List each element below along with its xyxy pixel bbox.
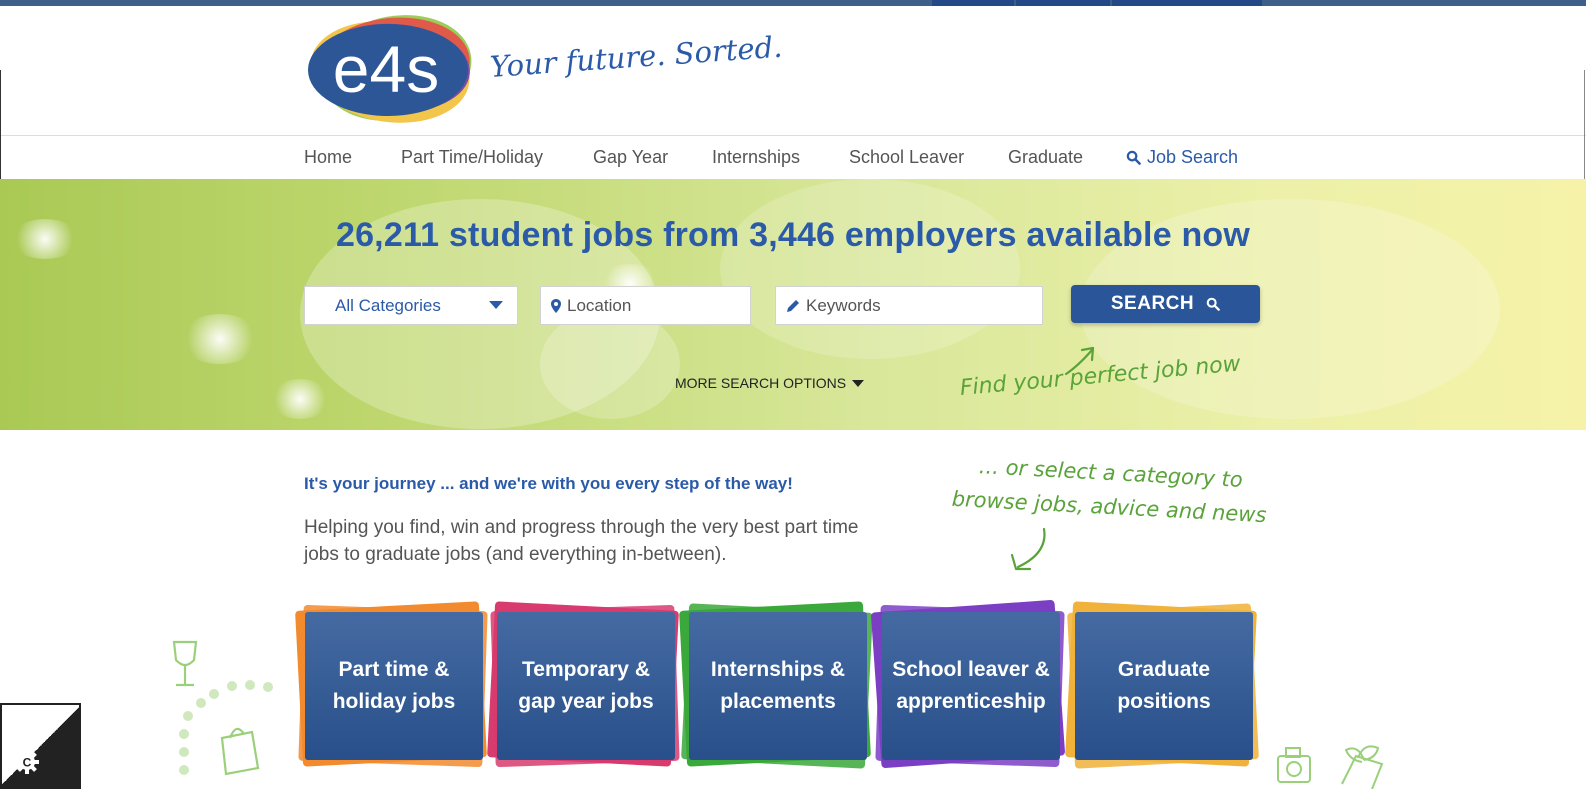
location-input[interactable]: Location: [540, 286, 751, 325]
light-glow: [180, 314, 260, 364]
tile-label: Part time & holiday jobs: [332, 658, 456, 713]
category-handwritten-note: ... or select a category to browse jobs,…: [951, 454, 1268, 528]
tile-label: Temporary & gap year jobs: [518, 658, 654, 713]
caret-down-icon: [852, 380, 865, 387]
bokeh-decoration: [540, 309, 680, 419]
category-select-value: All Categories: [335, 295, 441, 315]
nav-item-graduate[interactable]: Graduate: [1008, 147, 1083, 168]
bokeh-decoration: [720, 179, 1020, 359]
tile-face: Internships & placements: [689, 612, 867, 760]
nav-item-job-search[interactable]: Job Search: [1126, 147, 1238, 168]
tile-label: Internships & placements: [710, 658, 846, 713]
intro-body: Helping you find, win and progress throu…: [304, 517, 859, 565]
tile-face: Temporary & gap year jobs: [497, 612, 675, 760]
job-search-label: Job Search: [1147, 147, 1239, 167]
main-nav: Home Part Time/Holiday Gap Year Internsh…: [0, 137, 1586, 179]
caret-down-icon: [489, 301, 503, 309]
tagline: Your future. Sorted.: [488, 29, 784, 84]
nav-item-internships[interactable]: Internships: [712, 147, 800, 168]
tile-face: School leaver & apprenticeship: [882, 612, 1060, 760]
category-select[interactable]: All Categories: [304, 286, 518, 325]
category-tile-graduate[interactable]: Graduate positions: [1065, 601, 1259, 769]
nav-item-gap-year[interactable]: Gap Year: [593, 147, 668, 168]
gear-icon: C: [15, 750, 39, 774]
logo-text: e4s: [333, 32, 439, 106]
light-glow: [270, 379, 330, 419]
cookie-settings-button[interactable]: C: [0, 703, 81, 789]
tile-face: Part time & holiday jobs: [305, 612, 483, 760]
search-button[interactable]: SEARCH: [1071, 285, 1260, 323]
location-placeholder: Location: [567, 295, 632, 315]
keywords-input[interactable]: Keywords: [775, 286, 1043, 325]
intro-title: It's your journey ... and we're with you…: [304, 474, 793, 493]
nav-item-home[interactable]: Home: [304, 147, 352, 168]
search-icon: [1126, 150, 1141, 165]
svg-text:C: C: [23, 756, 32, 770]
search-icon: [1206, 297, 1220, 311]
map-marker-icon: [551, 298, 561, 313]
category-tile-part-time[interactable]: Part time & holiday jobs: [295, 601, 488, 768]
tile-label: Graduate positions: [1117, 658, 1211, 713]
keywords-placeholder: Keywords: [806, 295, 881, 315]
search-button-label: SEARCH: [1110, 293, 1195, 314]
e4s-logo[interactable]: e4s: [304, 10, 476, 132]
category-tile-school-leaver[interactable]: School leaver & apprenticeship: [870, 599, 1066, 769]
camera-and-gift-illustration: [1277, 745, 1384, 789]
category-tile-internships[interactable]: Internships & placements: [679, 601, 873, 769]
more-search-options-label: MORE SEARCH OPTIONS: [675, 375, 847, 391]
nav-item-school-leaver[interactable]: School Leaver: [849, 147, 964, 168]
site-header: e4s Your future. Sorted.: [0, 6, 1586, 136]
hero-search-banner: 26,211 student jobs from 3,446 employers…: [0, 179, 1586, 430]
category-tile-temporary-gap-year[interactable]: Temporary & gap year jobs: [487, 601, 680, 768]
pencil-icon: [787, 299, 799, 312]
tile-label: School leaver & apprenticeship: [892, 658, 1050, 713]
drink-and-bag-illustration: [172, 640, 273, 776]
tile-face: Graduate positions: [1075, 612, 1253, 760]
more-search-options-toggle[interactable]: MORE SEARCH OPTIONS: [675, 375, 865, 391]
hero-title: 26,211 student jobs from 3,446 employers…: [335, 216, 1251, 254]
hand-drawn-arrow-icon: [1010, 527, 1046, 571]
nav-item-part-time-holiday[interactable]: Part Time/Holiday: [401, 147, 543, 168]
